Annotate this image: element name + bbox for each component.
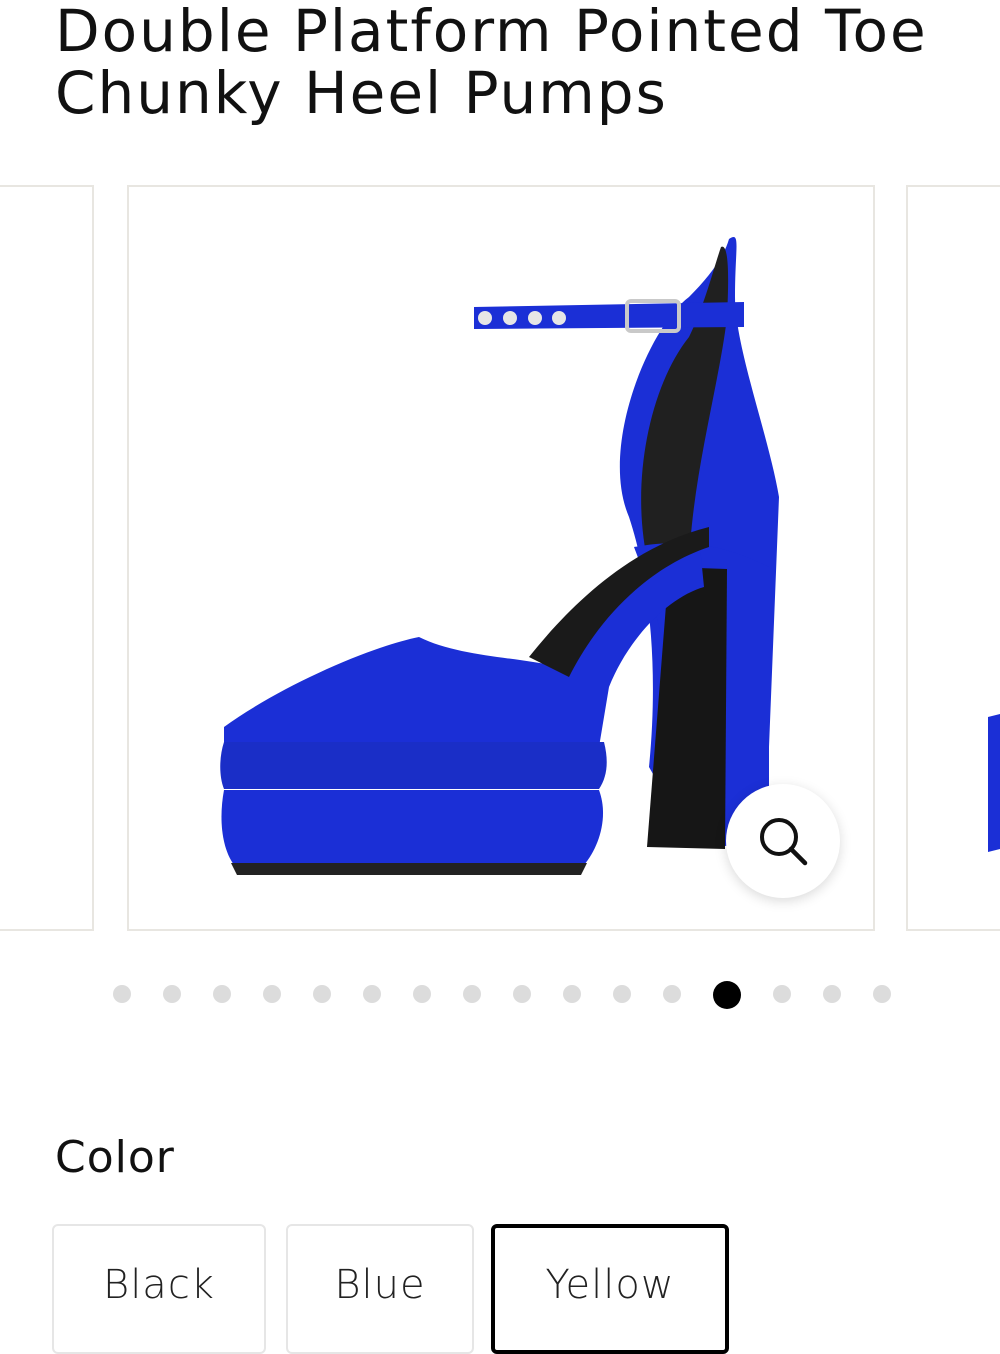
pagination-dot[interactable] [263,985,281,1003]
gallery-slide-previous[interactable] [0,185,94,931]
color-label: Color [55,1132,175,1183]
product-title: Double Platform Pointed Toe Chunky Heel … [55,0,928,127]
color-option-yellow[interactable]: Yellow [491,1224,729,1354]
pagination-dot[interactable] [363,985,381,1003]
pagination-dot[interactable] [413,985,431,1003]
pagination-dot[interactable] [873,985,891,1003]
pagination-dot[interactable] [313,985,331,1003]
pagination-dot[interactable] [773,985,791,1003]
pagination-dot[interactable] [613,985,631,1003]
gallery-pagination [0,981,1000,1009]
pagination-dot[interactable] [163,985,181,1003]
pagination-dot[interactable] [113,985,131,1003]
pagination-dot[interactable] [563,985,581,1003]
pagination-dot[interactable] [513,985,531,1003]
next-product-image [988,714,1000,852]
pagination-dot[interactable] [213,985,231,1003]
color-option-black[interactable]: Black [52,1224,266,1354]
zoom-button[interactable] [726,784,840,898]
magnifier-icon [760,818,808,866]
pagination-dot[interactable] [823,985,841,1003]
pagination-dot-active[interactable] [713,981,741,1009]
pagination-dot[interactable] [663,985,681,1003]
color-option-blue[interactable]: Blue [286,1224,474,1354]
gallery-slide-next[interactable] [906,185,1000,931]
pagination-dot[interactable] [463,985,481,1003]
